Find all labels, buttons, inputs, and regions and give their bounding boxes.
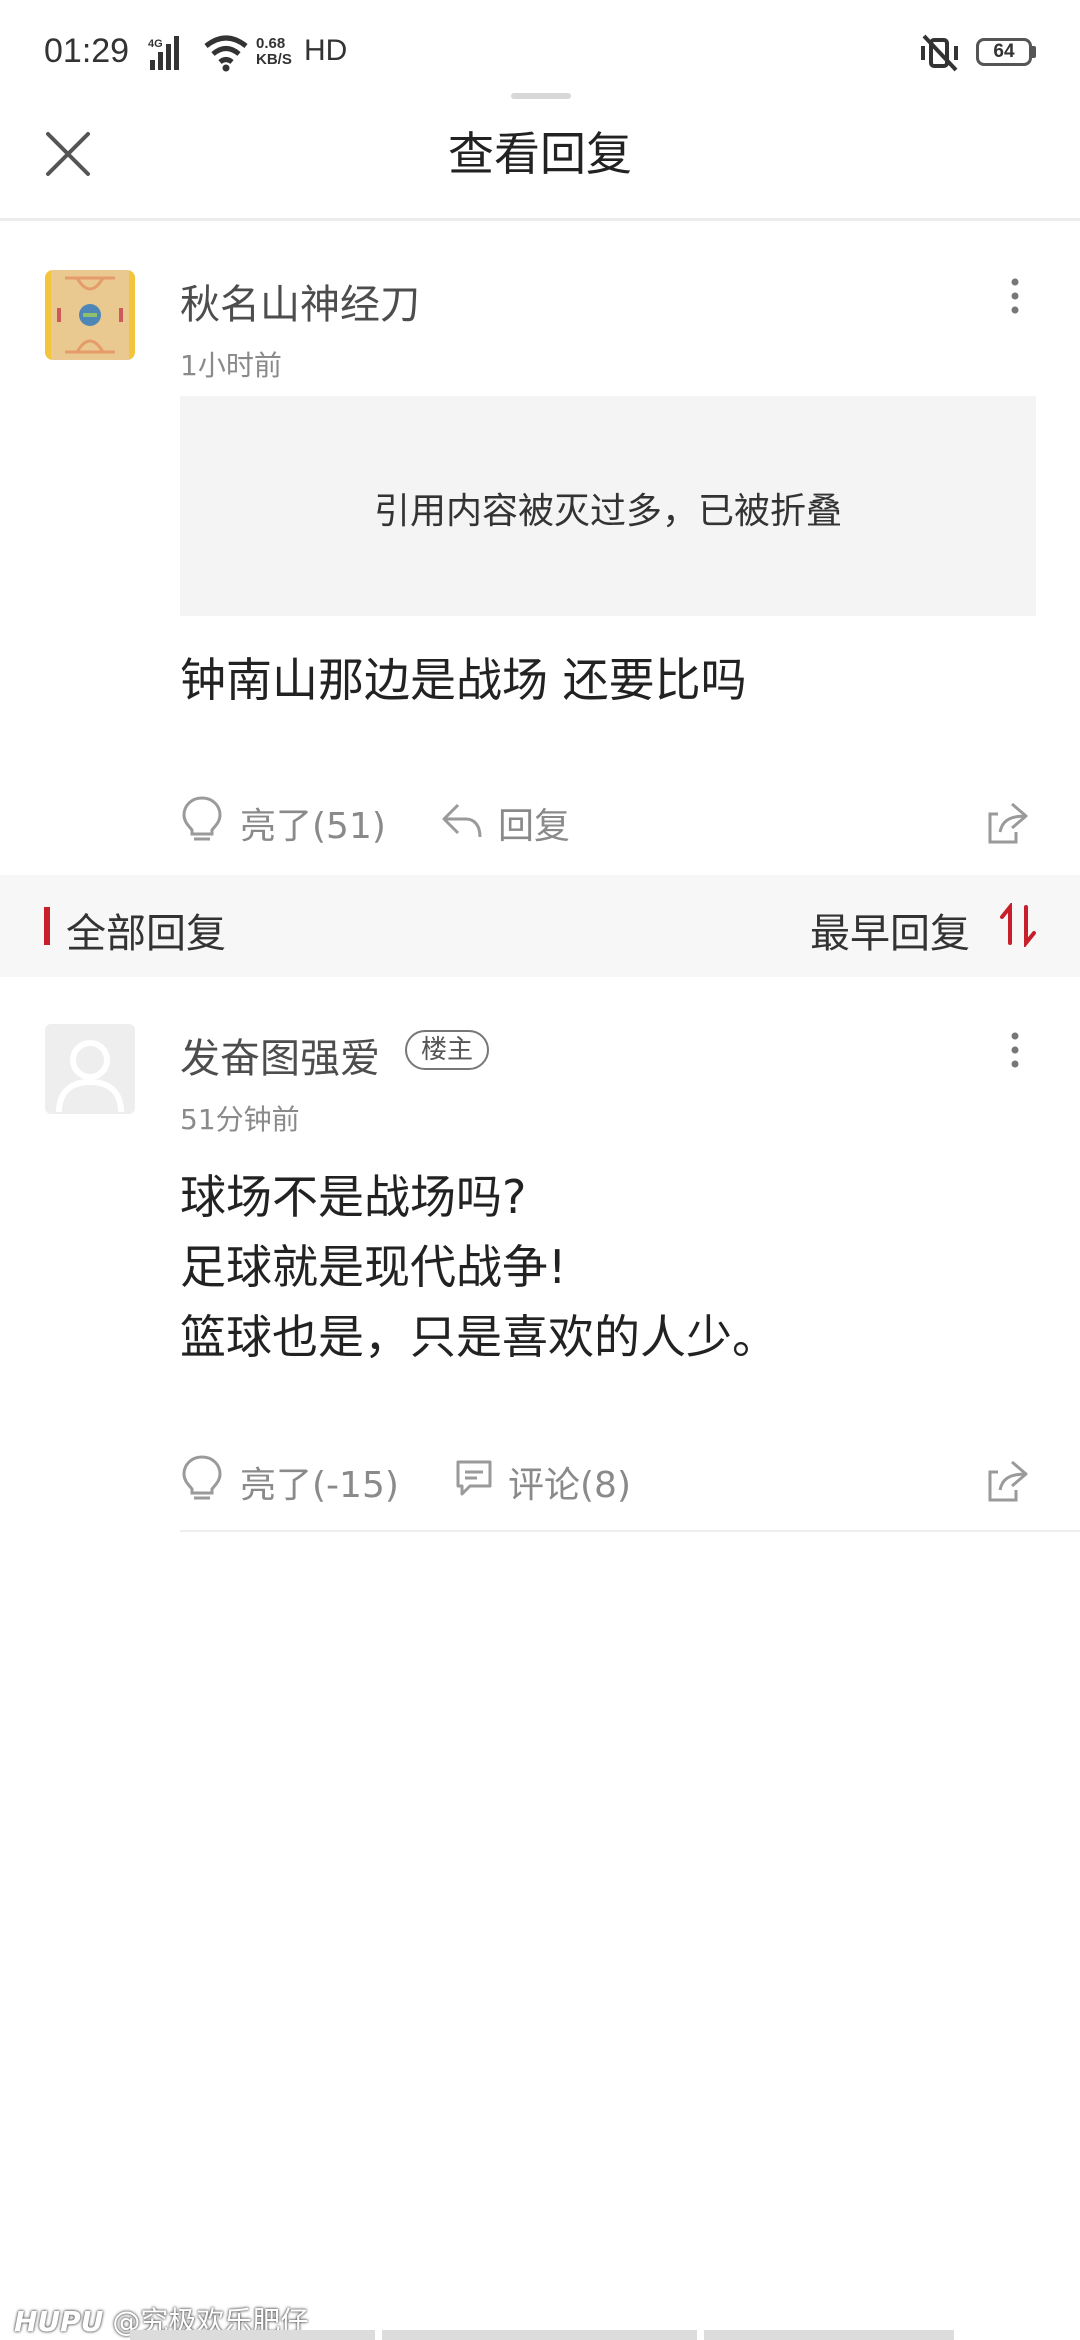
watermark-brand: HUPU [14,2305,104,2338]
op-badge: 楼主 [405,1030,490,1070]
page-title: 查看回复 [448,127,632,181]
section-title: 全部回复 [66,911,226,957]
folded-quote[interactable]: 引用内容被灭过多，已被折叠 [180,396,1036,616]
reply-time: 51分钟前 [180,1103,300,1136]
battery-tip [1032,46,1036,58]
reply-line: 球场不是战场吗? [180,1170,527,1224]
default-user-icon [56,1040,124,1113]
reply-line: 足球就是现代战争! [180,1240,567,1294]
nav-gesture-segment [382,2330,697,2340]
battery-level: 64 [993,41,1015,62]
lightbulb-icon [182,1455,222,1500]
sheet-grabber[interactable] [511,93,571,99]
status-time: 01:29 [44,32,130,70]
avatar[interactable] [45,270,135,360]
hd-indicator: HD [304,34,348,67]
sort-toggle-label[interactable]: 最早回复 [810,901,970,959]
sort-icon[interactable] [1000,903,1036,947]
comment-icon [456,1460,492,1496]
comment-count: 评论(8) [508,1465,631,1506]
folded-notice: 引用内容被灭过多，已被折叠 [373,491,842,532]
nav-gesture-segment [704,2330,954,2340]
nav-gesture-segment [130,2330,375,2340]
more-options-icon[interactable] [1010,276,1020,316]
more-options-icon[interactable] [1010,1030,1020,1070]
avatar[interactable] [45,1024,135,1114]
post-time: 1小时前 [180,349,282,382]
battery-icon: 64 [976,38,1032,66]
like-count: 亮了(-15) [240,1465,399,1506]
post-content: 钟南山那边是战场 还要比吗 [180,653,747,707]
username[interactable]: 发奋图强爱 [180,1026,380,1084]
share-icon[interactable] [986,798,1030,846]
wifi-icon [204,35,248,72]
header-divider [0,218,1080,221]
like-count: 亮了(51) [240,806,386,847]
network-type: 4G [148,38,163,50]
section-accent-bar [44,907,50,945]
cellular-signal-icon: 4G [148,36,179,70]
basketball-court-avatar-icon [45,270,135,360]
reply-line: 篮球也是，只是喜欢的人少。 [180,1310,778,1364]
share-icon[interactable] [986,1456,1030,1504]
reply-label: 回复 [498,806,571,847]
reply-content: 球场不是战场吗? 足球就是现代战争! 篮球也是，只是喜欢的人少。 [180,1162,778,1372]
status-bar: 01:29 4G 0.68 KB/S HD 64 [0,0,1080,100]
network-speed: 0.68 KB/S [256,36,292,68]
replies-section-header: 全部回复 最早回复 [0,875,1080,977]
speed-unit: KB/S [256,51,292,68]
vibrate-mute-icon [921,34,958,72]
speed-value: 0.68 [256,35,286,52]
username[interactable]: 秋名山神经刀 [180,272,420,330]
reply-arrow-icon [442,803,482,838]
reply-divider [180,1530,1080,1532]
lightbulb-icon [182,796,222,841]
